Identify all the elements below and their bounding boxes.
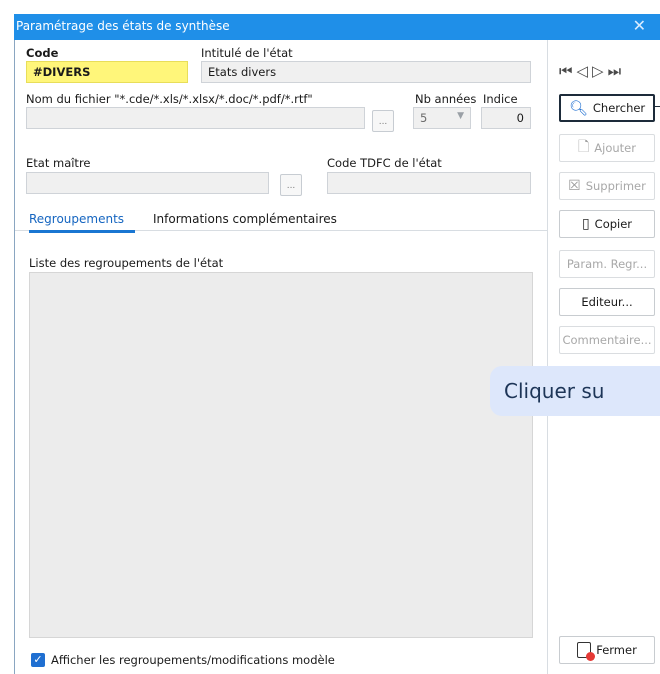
param-regr-label: Param. Regr... [566, 257, 648, 271]
add-document-icon: 🗋 [578, 139, 590, 155]
list-label: Liste des regroupements de l'état [29, 256, 224, 270]
editeur-label: Editeur... [581, 295, 633, 309]
afficher-regroupements-label: Afficher les regroupements/modifications… [51, 653, 335, 667]
commentaire-label: Commentaire... [562, 333, 652, 347]
etat-maitre-field[interactable] [26, 172, 269, 194]
supprimer-label: Supprimer [585, 179, 646, 193]
tutorial-tooltip: Cliquer su [490, 366, 660, 416]
fichier-browse-button[interactable]: ... [372, 110, 394, 132]
commentaire-button[interactable]: Commentaire... [559, 326, 655, 354]
nb-annees-select[interactable]: 5 ▼ [413, 107, 471, 129]
sidebar-divider [547, 40, 548, 674]
window-titlebar: Paramétrage des états de synthèse ✕ [14, 14, 660, 40]
etat-maitre-label: Etat maître [26, 156, 91, 170]
chercher-label: Chercher [592, 101, 646, 115]
window-title: Paramétrage des états de synthèse [16, 19, 230, 33]
copier-label: Copier [594, 217, 633, 231]
fermer-button[interactable]: Fermer [559, 636, 655, 664]
fichier-label: Nom du fichier "*.cde/*.xls/*.xlsx/*.doc… [26, 92, 313, 106]
code-field[interactable]: #DIVERS [26, 61, 188, 83]
dialog-window: Code #DIVERS Intitulé de l'état Etats di… [14, 40, 660, 674]
close-icon[interactable]: ✕ [633, 16, 646, 35]
tab-active-indicator [29, 230, 135, 233]
close-document-icon [577, 642, 596, 661]
record-navigation-icons[interactable]: ⏮◁▷⏭ [559, 62, 625, 80]
intitule-field[interactable]: Etats divers [201, 61, 531, 83]
nb-annees-label: Nb années [415, 92, 477, 106]
chevron-down-icon: ▼ [457, 111, 464, 121]
indice-field[interactable]: 0 [481, 107, 531, 129]
copier-button[interactable]: ▯ Copier [559, 210, 655, 238]
ajouter-label: Ajouter [594, 141, 636, 155]
copy-icon: ▯ [581, 216, 590, 232]
nb-annees-value: 5 [420, 111, 428, 125]
fichier-field[interactable] [26, 107, 365, 129]
etat-maitre-browse-button[interactable]: ... [280, 174, 302, 196]
delete-box-icon: ☒ [568, 178, 581, 194]
regroupements-list[interactable] [29, 272, 533, 638]
tooltip-connector [655, 106, 660, 107]
param-regr-button[interactable]: Param. Regr... [559, 250, 655, 278]
fermer-label: Fermer [596, 643, 637, 657]
tab-informations-complementaires[interactable]: Informations complémentaires [153, 212, 337, 226]
code-label: Code [26, 46, 59, 60]
indice-label: Indice [483, 92, 518, 106]
afficher-regroupements-checkbox[interactable]: ✓ [31, 653, 45, 667]
supprimer-button[interactable]: ☒ Supprimer [559, 172, 655, 200]
search-icon: 🔍︎ [568, 99, 588, 117]
ajouter-button[interactable]: 🗋 Ajouter [559, 134, 655, 162]
chercher-button[interactable]: 🔍︎ Chercher [559, 94, 655, 122]
code-tdfc-field[interactable] [327, 172, 531, 194]
intitule-label: Intitulé de l'état [201, 46, 293, 60]
code-tdfc-label: Code TDFC de l'état [327, 156, 442, 170]
tab-regroupements[interactable]: Regroupements [29, 212, 124, 226]
tooltip-text: Cliquer su [504, 379, 605, 403]
editeur-button[interactable]: Editeur... [559, 288, 655, 316]
